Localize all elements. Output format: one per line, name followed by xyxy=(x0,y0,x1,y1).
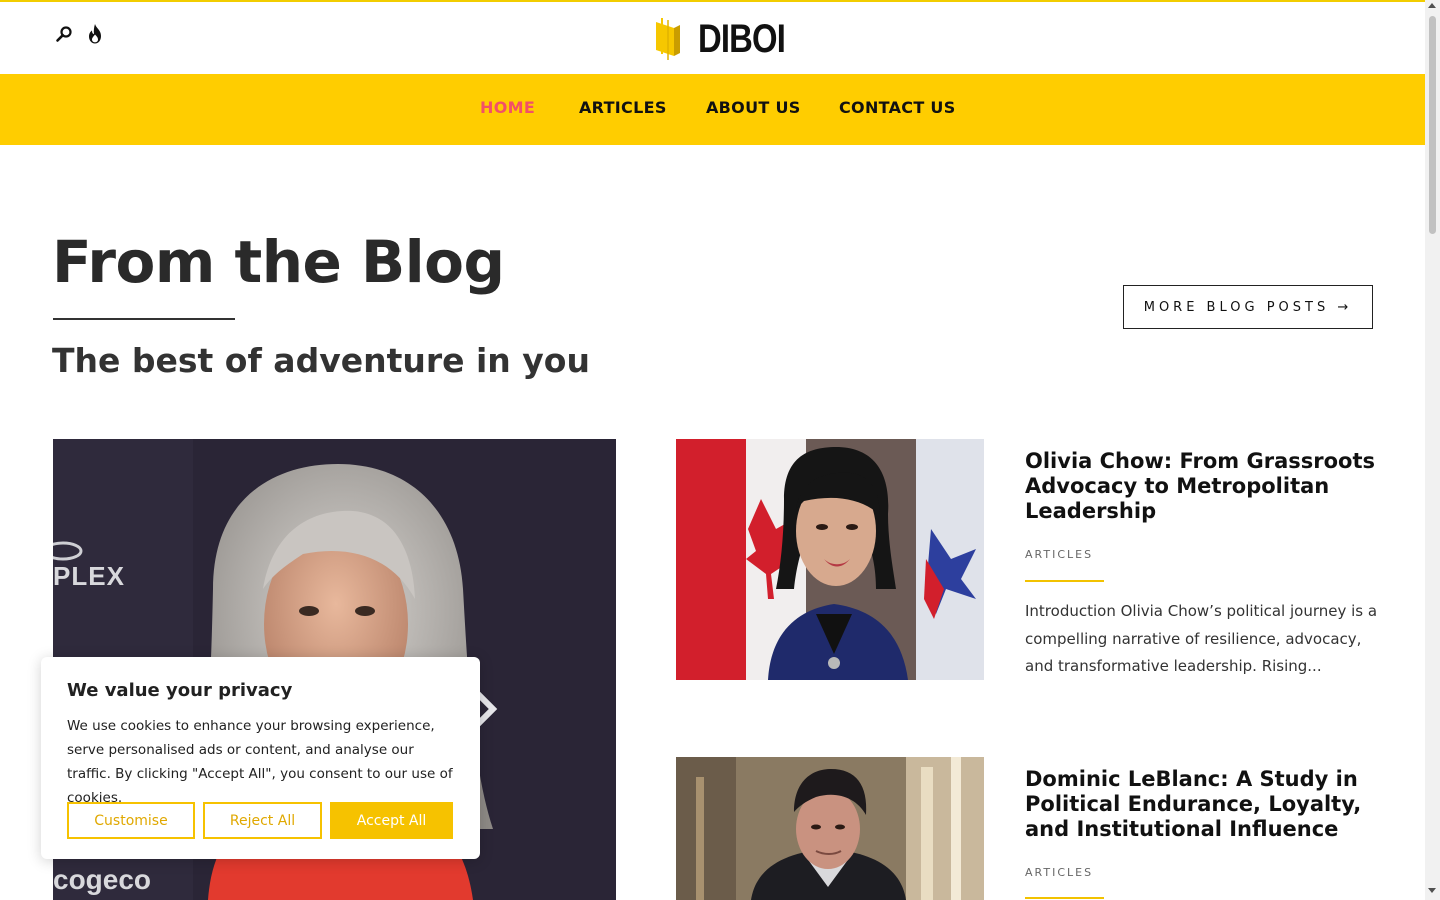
site-header: DIBOI xyxy=(0,2,1425,74)
post-image[interactable] xyxy=(676,439,984,680)
post-title[interactable]: Olivia Chow: From Grassroots Advocacy to… xyxy=(1025,449,1385,524)
page-scrollbar[interactable] xyxy=(1425,0,1440,900)
post-divider xyxy=(1025,580,1104,582)
accept-all-button[interactable]: Accept All xyxy=(330,802,453,839)
svg-text:cogeco: cogeco xyxy=(53,864,151,895)
main-nav: HOME ARTICLES ABOUT US CONTACT US xyxy=(0,74,1425,145)
reject-all-button[interactable]: Reject All xyxy=(203,802,322,839)
svg-text:PLEX: PLEX xyxy=(53,561,125,591)
post-divider xyxy=(1025,897,1104,899)
nav-item-home[interactable]: HOME xyxy=(480,98,535,117)
post-title[interactable]: Dominic LeBlanc: A Study in Political En… xyxy=(1025,767,1385,842)
nav-item-contact-us[interactable]: CONTACT US xyxy=(839,98,956,117)
nav-item-about-us[interactable]: ABOUT US xyxy=(706,98,801,117)
post-category[interactable]: ARTICLES xyxy=(1025,866,1093,879)
post-excerpt: Introduction Olivia Chow’s political jou… xyxy=(1025,602,1378,675)
heading-divider xyxy=(53,318,235,320)
more-blog-posts-button[interactable]: MORE BLOG POSTS → xyxy=(1123,285,1373,329)
scroll-up-arrow-icon[interactable] xyxy=(1428,3,1436,8)
scrollbar-thumb[interactable] xyxy=(1429,16,1436,234)
customise-button[interactable]: Customise xyxy=(67,802,195,839)
cookie-text: We use cookies to enhance your browsing … xyxy=(67,718,453,806)
fire-icon[interactable] xyxy=(83,22,107,46)
post-category[interactable]: ARTICLES xyxy=(1025,548,1093,561)
scroll-down-arrow-icon[interactable] xyxy=(1428,888,1436,893)
nav-item-articles[interactable]: ARTICLES xyxy=(579,98,667,117)
cookie-consent-banner: We value your privacy We use cookies to … xyxy=(41,657,480,859)
blog-subheading: The best of adventure in you xyxy=(52,341,590,380)
logo-text: DIBOI xyxy=(698,16,786,61)
cookie-title: We value your privacy xyxy=(67,680,293,701)
post-image[interactable] xyxy=(676,757,984,900)
logo-mark-icon xyxy=(656,18,680,60)
site-logo[interactable]: DIBOI xyxy=(652,15,804,63)
blog-heading: From the Blog xyxy=(52,228,505,296)
search-icon[interactable] xyxy=(52,22,76,46)
